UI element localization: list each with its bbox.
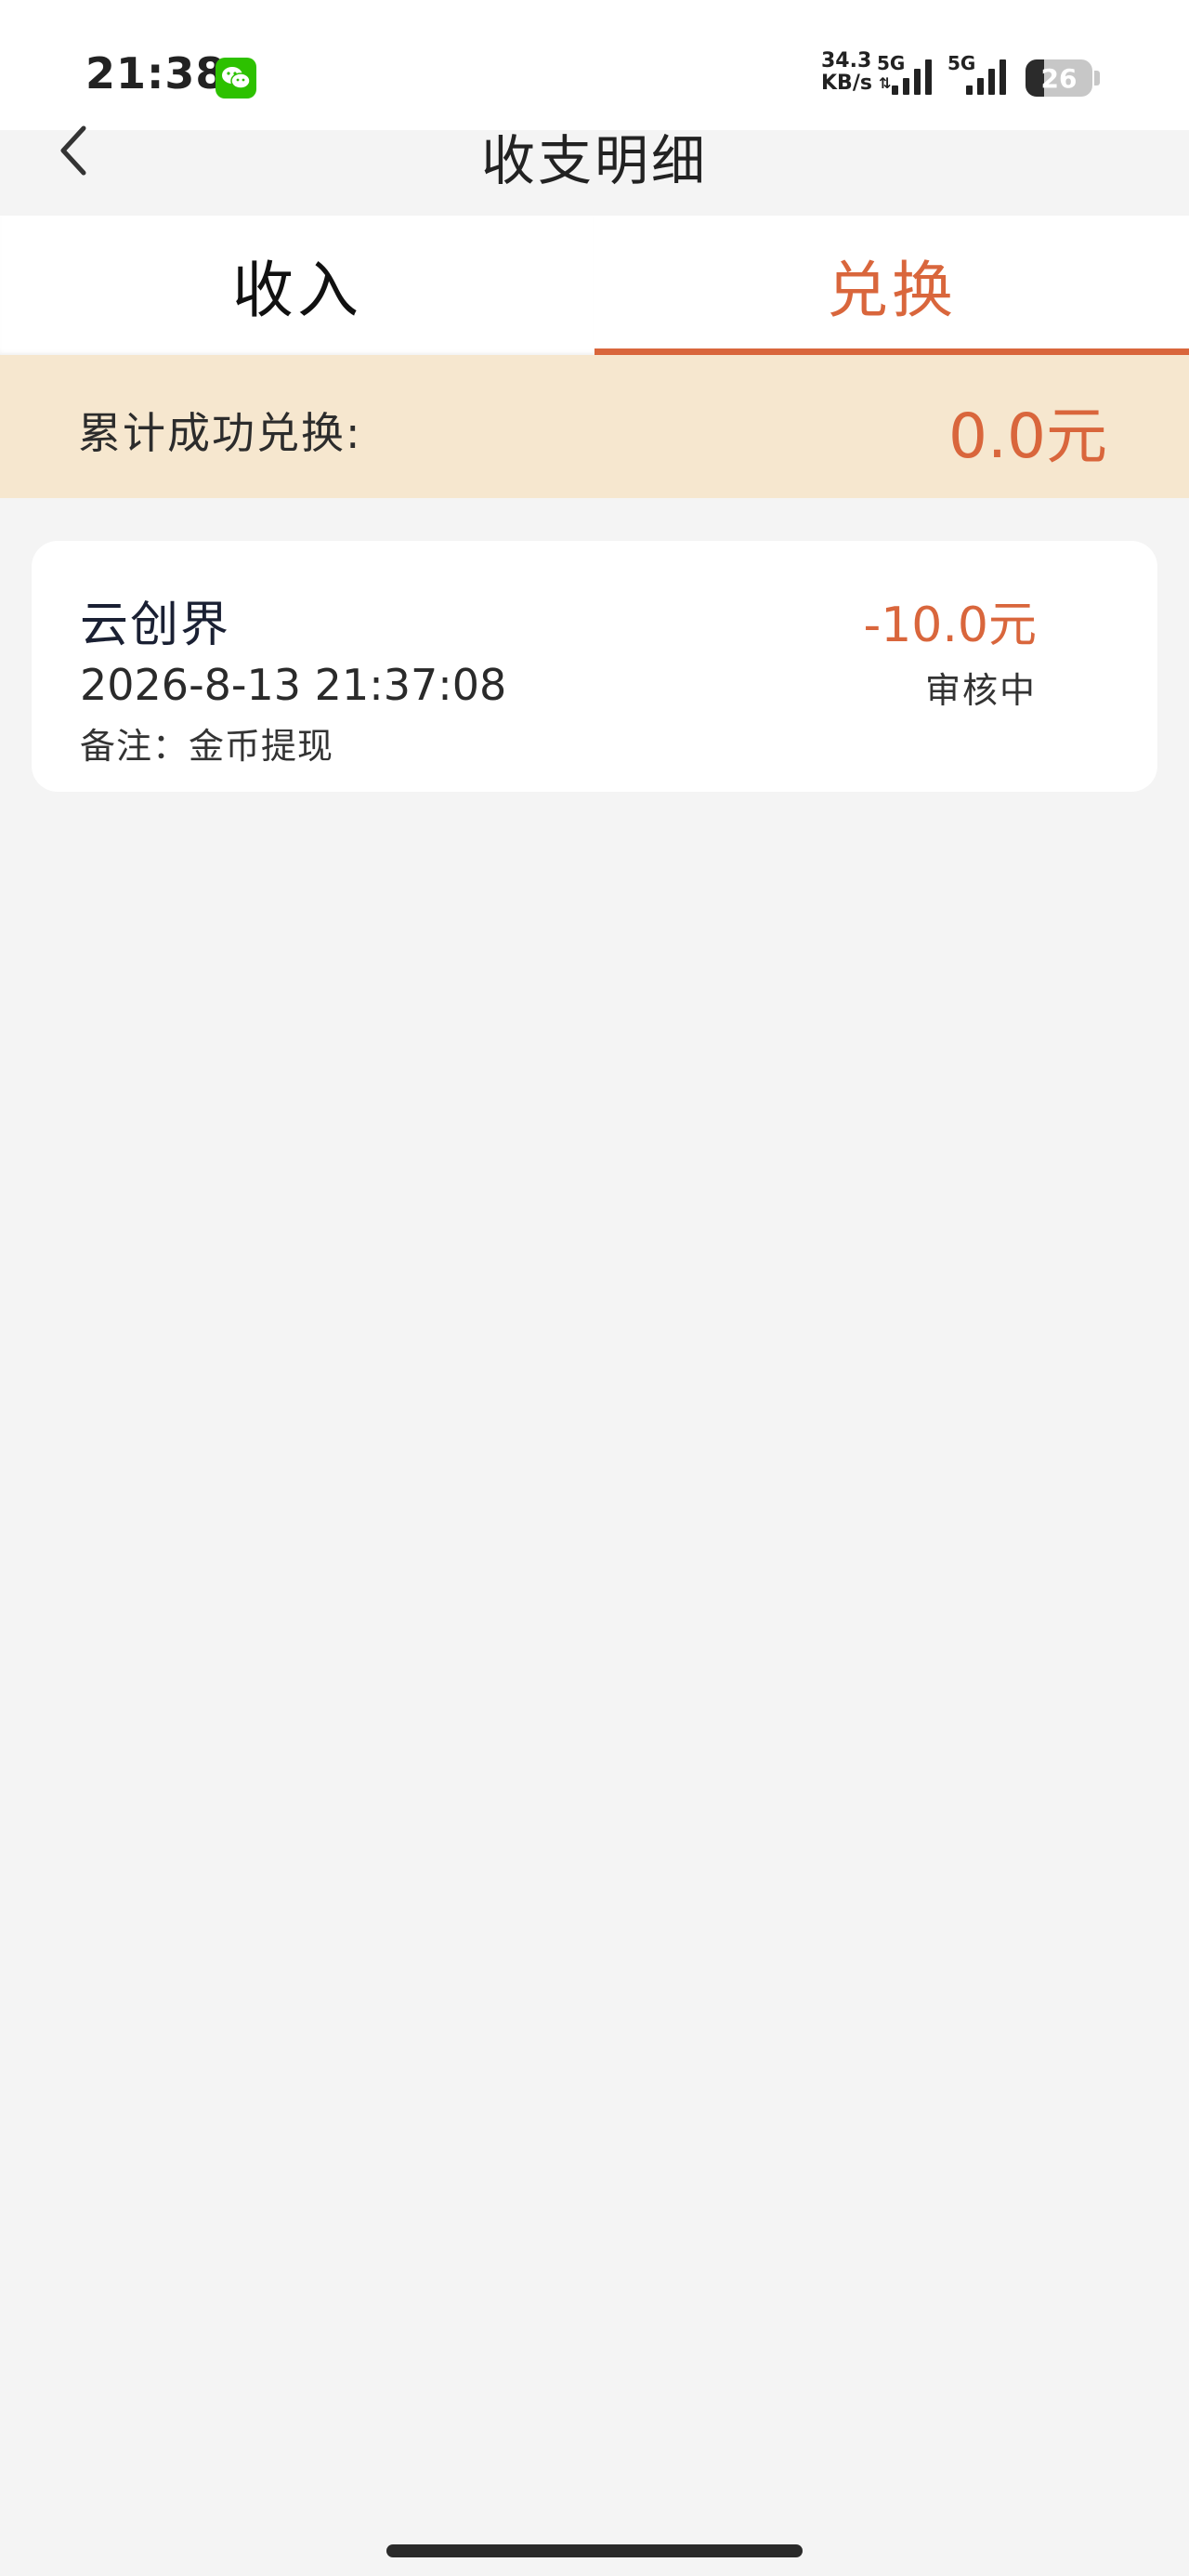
page: 21:38 34.3 KB/s 5G ⇅ 5G 26 收支明细 收入 兑换 累计… xyxy=(0,0,1189,2576)
battery-tip xyxy=(1094,71,1100,85)
record-name: 云创界 xyxy=(80,598,231,653)
net-speed-unit: KB/s xyxy=(821,72,872,95)
net-speed-value: 34.3 xyxy=(821,49,872,72)
tab-exchange[interactable]: 兑换 xyxy=(594,216,1189,355)
summary-label: 累计成功兑换: xyxy=(78,408,362,458)
status-bar: 21:38 34.3 KB/s 5G ⇅ 5G 26 xyxy=(0,0,1189,130)
signal-1-icon xyxy=(892,58,932,95)
battery-level: 26 xyxy=(1040,63,1078,94)
home-indicator[interactable] xyxy=(386,2544,803,2557)
record-datetime: 2026-8-13 21:37:08 xyxy=(80,660,507,710)
status-time: 21:38 xyxy=(85,48,227,99)
wechat-icon xyxy=(216,58,256,99)
battery-icon: 26 xyxy=(1026,59,1092,97)
record-amount: -10.0元 xyxy=(863,598,1037,653)
tab-income[interactable]: 收入 xyxy=(0,216,594,355)
net-speed: 34.3 KB/s xyxy=(821,50,872,95)
active-tab-indicator xyxy=(594,348,1189,355)
record-card[interactable]: 云创界 2026-8-13 21:37:08 备注：金币提现 -10.0元 审核… xyxy=(32,541,1157,792)
summary-value: 0.0元 xyxy=(948,401,1107,472)
tab-bar: 收入 兑换 xyxy=(0,216,1189,355)
exchange-summary: 累计成功兑换: 0.0元 xyxy=(0,355,1189,498)
data-arrows-icon: ⇅ xyxy=(879,74,892,92)
record-note: 备注：金币提现 xyxy=(80,726,334,767)
tab-exchange-label: 兑换 xyxy=(827,255,957,326)
record-status: 审核中 xyxy=(924,670,1037,711)
signal-2-icon xyxy=(966,58,1006,95)
page-title: 收支明细 xyxy=(480,129,708,192)
